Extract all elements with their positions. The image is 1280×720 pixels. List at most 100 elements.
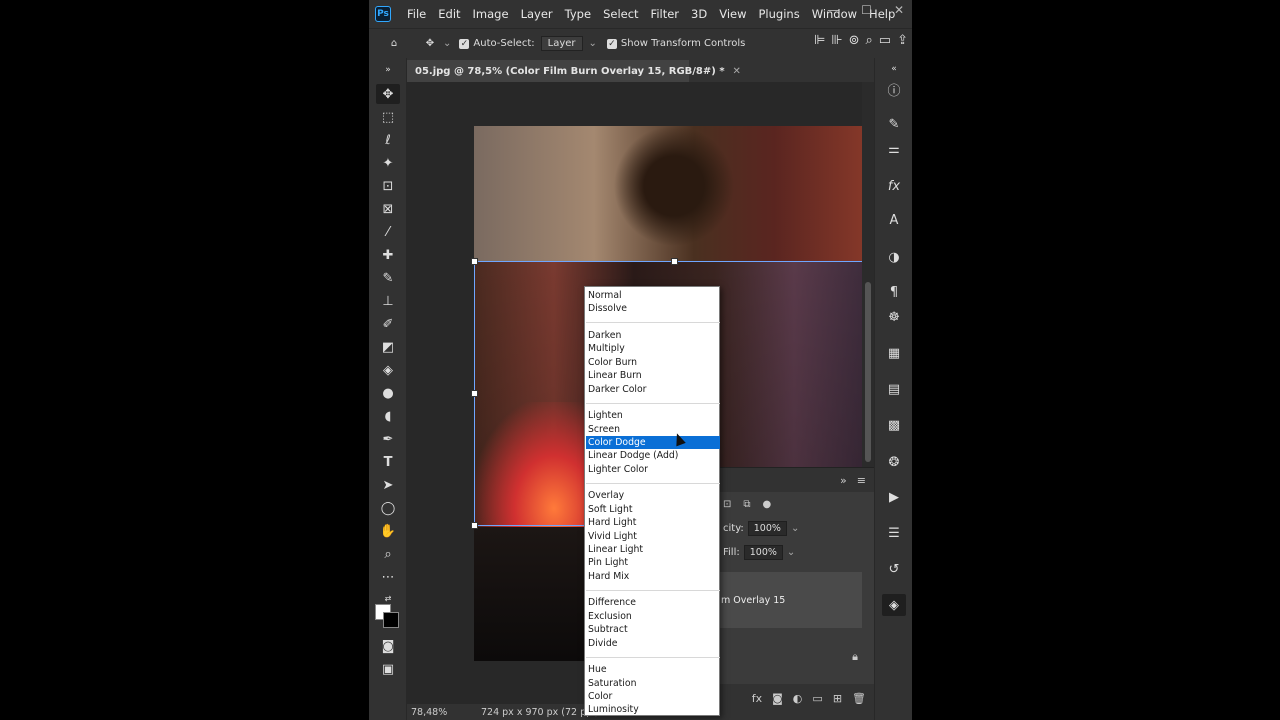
blend-mode-option[interactable]: Color Burn bbox=[586, 356, 720, 369]
info-icon[interactable]: ⓘ bbox=[882, 78, 906, 100]
channels-icon[interactable]: ❂ bbox=[882, 451, 906, 473]
type-tool-icon[interactable]: T bbox=[376, 452, 400, 472]
properties-icon[interactable]: ☰ bbox=[882, 522, 906, 544]
home-icon[interactable]: ⌂ bbox=[383, 33, 405, 55]
3d-mode-icon[interactable]: ⊚ bbox=[849, 33, 860, 48]
zoom-tool-icon[interactable]: ⌕ bbox=[376, 544, 400, 564]
brush-tool-icon[interactable]: ✎ bbox=[376, 268, 400, 288]
fx-icon[interactable]: fx bbox=[752, 692, 762, 705]
blend-mode-option[interactable]: Subtract bbox=[586, 623, 720, 636]
transform-handle[interactable] bbox=[471, 258, 478, 265]
blend-mode-option[interactable]: Exclusion bbox=[586, 610, 720, 623]
transform-handle[interactable] bbox=[471, 390, 478, 397]
menu-3d[interactable]: 3D bbox=[685, 7, 713, 21]
glyphs-icon[interactable]: ☸ bbox=[882, 306, 906, 328]
fill-input[interactable]: 100% bbox=[743, 544, 783, 560]
adjustments-icon[interactable]: ⚌ bbox=[882, 138, 906, 160]
align-left-icon[interactable]: ⊫ bbox=[814, 33, 825, 48]
transform-handle[interactable] bbox=[671, 258, 678, 265]
align-center-icon[interactable]: ⊪ bbox=[831, 33, 842, 48]
workspace-icon[interactable]: ▭ bbox=[879, 33, 891, 48]
ellipse-tool-icon[interactable]: ◯ bbox=[376, 498, 400, 518]
panel-menu-icon[interactable]: ≡ bbox=[857, 474, 866, 487]
more-tools-icon[interactable]: ⋯ bbox=[376, 567, 400, 587]
background-color-swatch[interactable] bbox=[383, 612, 399, 628]
maximize-button[interactable]: ☐ bbox=[861, 3, 872, 17]
menu-view[interactable]: View bbox=[713, 7, 752, 21]
paint-bucket-tool-icon[interactable]: ◈ bbox=[376, 360, 400, 380]
blend-mode-option[interactable]: Divide bbox=[586, 637, 720, 650]
dodge-tool-icon[interactable]: ◖ bbox=[376, 406, 400, 426]
transform-handle[interactable] bbox=[471, 522, 478, 529]
swatches-icon[interactable]: ▦ bbox=[882, 342, 906, 364]
blend-mode-option[interactable]: Darker Color bbox=[586, 383, 720, 396]
menu-select[interactable]: Select bbox=[597, 7, 644, 21]
blend-mode-option[interactable]: Vivid Light bbox=[586, 530, 720, 543]
styles-icon[interactable]: fx bbox=[882, 175, 906, 197]
share-icon[interactable]: ⇪ bbox=[897, 33, 908, 48]
menu-filter[interactable]: Filter bbox=[645, 7, 685, 21]
chevron-down-icon[interactable]: ⌄ bbox=[791, 523, 799, 534]
adjustment-layer-icon[interactable]: ◐ bbox=[793, 692, 803, 705]
screen-mode-icon[interactable]: ▣ bbox=[376, 659, 400, 679]
blend-mode-option[interactable]: Lighter Color bbox=[586, 463, 720, 476]
brush-settings-icon[interactable]: ✎ bbox=[882, 113, 906, 135]
eraser-tool-icon[interactable]: ◩ bbox=[376, 337, 400, 357]
blend-mode-option[interactable]: Darken bbox=[586, 329, 720, 342]
blend-mode-option[interactable]: Color bbox=[586, 690, 720, 703]
add-mask-icon[interactable]: ◙ bbox=[772, 692, 783, 705]
blend-mode-option[interactable]: Dissolve bbox=[586, 302, 720, 315]
character-icon[interactable]: A bbox=[882, 209, 906, 231]
menu-edit[interactable]: Edit bbox=[432, 7, 466, 21]
menu-type[interactable]: Type bbox=[559, 7, 597, 21]
new-layer-icon[interactable]: ⊞ bbox=[833, 692, 842, 705]
quick-mask-icon[interactable]: ◙ bbox=[376, 636, 400, 656]
blend-mode-option[interactable]: Overlay bbox=[586, 489, 720, 502]
crop-tool-icon[interactable]: ⊡ bbox=[376, 176, 400, 196]
blend-mode-option[interactable]: Linear Burn bbox=[586, 369, 720, 382]
close-window-button[interactable]: ✕ bbox=[894, 3, 904, 17]
show-transform-checkbox[interactable]: ✓ bbox=[606, 38, 617, 49]
blend-mode-option[interactable]: Soft Light bbox=[586, 503, 720, 516]
blend-mode-option[interactable]: Multiply bbox=[586, 342, 720, 355]
blend-mode-option[interactable]: Luminosity bbox=[586, 703, 720, 716]
menu-layer[interactable]: Layer bbox=[515, 7, 559, 21]
clone-stamp-tool-icon[interactable]: ⊥ bbox=[376, 291, 400, 311]
selected-layer-row[interactable]: m Overlay 15 bbox=[719, 572, 862, 628]
chevron-down-icon[interactable]: ⌄ bbox=[443, 38, 451, 49]
menu-file[interactable]: File bbox=[401, 7, 432, 21]
collapse-panel-icon[interactable]: » bbox=[840, 474, 847, 487]
color-icon[interactable]: ◑ bbox=[882, 246, 906, 268]
blend-mode-option[interactable]: Hue bbox=[586, 663, 720, 676]
menu-image[interactable]: Image bbox=[467, 7, 515, 21]
blur-tool-icon[interactable]: ● bbox=[376, 383, 400, 403]
blend-mode-option[interactable]: Screen bbox=[586, 423, 720, 436]
new-group-icon[interactable]: ▭ bbox=[812, 692, 822, 705]
magic-wand-tool-icon[interactable]: ✦ bbox=[376, 153, 400, 173]
delete-layer-icon[interactable]: 🗑︎ bbox=[852, 692, 866, 705]
lasso-tool-icon[interactable]: ℓ bbox=[376, 130, 400, 150]
eyedropper-tool-icon[interactable]: ⁄ bbox=[376, 222, 400, 242]
opacity-input[interactable]: 100% bbox=[747, 520, 787, 536]
zoom-level[interactable]: 78,48% bbox=[411, 707, 471, 718]
filter-transform-icon[interactable]: ⊡ bbox=[723, 499, 731, 510]
close-tab-icon[interactable]: ✕ bbox=[733, 66, 741, 77]
blend-mode-option[interactable]: Color Dodge bbox=[586, 436, 720, 449]
patterns-icon[interactable]: ▩ bbox=[882, 414, 906, 436]
blend-mode-option[interactable]: Linear Light bbox=[586, 543, 720, 556]
collapse-dock-icon[interactable]: « bbox=[882, 58, 906, 80]
layers-icon[interactable]: ◈ bbox=[882, 594, 906, 616]
filter-toggle-icon[interactable]: ● bbox=[763, 499, 772, 510]
move-tool-icon[interactable]: ✥ bbox=[376, 84, 400, 104]
blend-mode-option[interactable]: Saturation bbox=[586, 677, 720, 690]
search-icon[interactable]: ⌕ bbox=[866, 33, 873, 48]
pen-tool-icon[interactable]: ✒ bbox=[376, 429, 400, 449]
history-icon[interactable]: ↺ bbox=[882, 558, 906, 580]
menu-plugins[interactable]: Plugins bbox=[753, 7, 806, 21]
chevron-down-icon[interactable]: ⌄ bbox=[787, 547, 795, 558]
auto-select-dropdown[interactable]: Layer bbox=[540, 36, 583, 51]
gradients-icon[interactable]: ▤ bbox=[882, 378, 906, 400]
blend-mode-option[interactable]: Normal bbox=[586, 289, 720, 302]
document-tab[interactable]: 05.jpg @ 78,5% (Color Film Burn Overlay … bbox=[407, 60, 741, 82]
history-brush-tool-icon[interactable]: ✐ bbox=[376, 314, 400, 334]
